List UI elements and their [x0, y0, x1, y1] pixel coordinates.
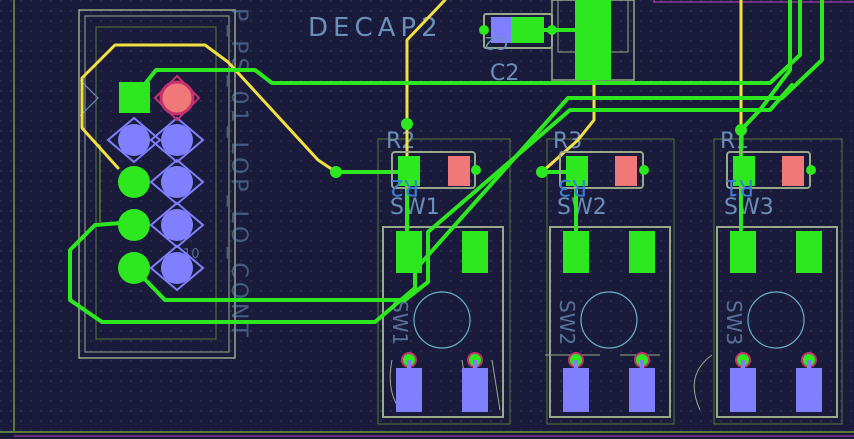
c2-end-right [547, 25, 557, 35]
via-left[interactable] [330, 166, 342, 178]
sw1-pad-1[interactable] [396, 231, 422, 273]
sw3-pad-1[interactable] [730, 231, 756, 273]
r3-pad-red[interactable] [615, 156, 637, 186]
sw1-pad-3[interactable] [396, 368, 422, 412]
header-pin-6[interactable] [161, 166, 193, 198]
c2-end-left [479, 25, 489, 35]
sw2-pad-4[interactable] [629, 368, 655, 412]
r1-pad-red[interactable] [782, 156, 804, 186]
c2-pad-right[interactable] [524, 17, 544, 43]
header-pin-7[interactable] [118, 209, 150, 241]
decap-label: DECAP2 [308, 13, 443, 43]
r2-pad-red[interactable] [448, 156, 470, 186]
header-pin-4[interactable] [161, 124, 193, 156]
sw2-bottom-label: SW2 [555, 300, 579, 345]
c2-bottom-label: C2 [484, 32, 508, 53]
sw3-pad-4[interactable] [796, 368, 822, 412]
r1-end-right [806, 165, 816, 175]
sw3-pad-3[interactable] [730, 368, 756, 412]
header-silk-label: P_PS_01_LOP_LO_CONT [226, 8, 251, 341]
sw1-pad-2[interactable] [462, 231, 488, 273]
via-r1[interactable] [735, 124, 747, 136]
via-mid[interactable] [536, 166, 548, 178]
sw3-bottom-label: SW3 [722, 300, 746, 345]
via-r2[interactable] [401, 118, 413, 130]
header-pin-1[interactable] [119, 82, 150, 113]
header-pin-10[interactable] [161, 252, 193, 284]
r2-bottom-label: R2 [390, 174, 419, 199]
sw2-pad-3[interactable] [563, 368, 589, 412]
sw1-pad-4[interactable] [462, 368, 488, 412]
header-pin-9[interactable] [118, 252, 150, 284]
r3-bottom-label: R3 [558, 174, 587, 199]
big-part-pad[interactable] [575, 0, 611, 80]
r3-end-right [639, 165, 649, 175]
r1-bottom-label: R1 [725, 174, 754, 199]
pcb-canvas[interactable]: P_PS_01_LOP_LO_CONT 10 DECAP2 C2 SW1 SW2… [0, 0, 854, 439]
sw2-pad-1[interactable] [563, 231, 589, 273]
r2-label: R2 [386, 129, 415, 154]
c2-pad-left-green [511, 17, 524, 43]
header-pin-8[interactable] [161, 209, 193, 241]
header-pin-3[interactable] [118, 124, 150, 156]
sw3-pad-2[interactable] [796, 231, 822, 273]
header-pin-5[interactable] [118, 166, 150, 198]
r2-end-right [471, 165, 481, 175]
sw2-pad-2[interactable] [629, 231, 655, 273]
